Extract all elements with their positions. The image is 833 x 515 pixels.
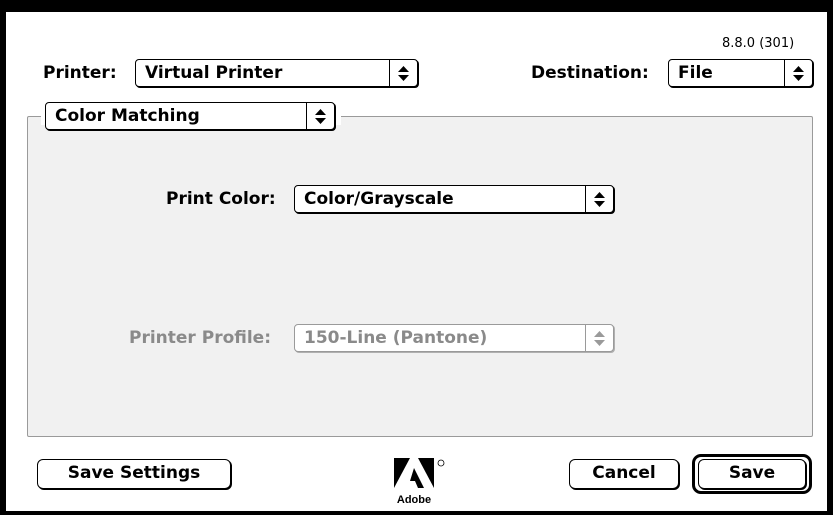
destination-label: Destination:: [531, 63, 649, 83]
options-group-box: [27, 116, 813, 437]
destination-popup-value: File: [678, 63, 713, 83]
panel-selector-value: Color Matching: [55, 106, 200, 126]
adobe-logo-text: Adobe: [397, 494, 431, 506]
up-down-arrows-icon: [594, 192, 605, 207]
printer-profile-popup: 150-Line (Pantone): [294, 324, 614, 352]
popup-divider: [585, 186, 586, 212]
up-down-arrows-icon: [793, 66, 804, 81]
print-color-popup[interactable]: Color/Grayscale: [294, 185, 614, 213]
printer-popup[interactable]: Virtual Printer: [135, 59, 418, 87]
printer-profile-label: Printer Profile:: [129, 328, 272, 348]
version-label: 8.8.0 (301): [722, 36, 795, 51]
adobe-logo-icon: Adobe: [394, 458, 445, 506]
print-dialog: 8.8.0 (301) Printer: Virtual Printer Des…: [0, 0, 833, 515]
popup-divider: [784, 60, 785, 86]
up-down-arrows-icon: [398, 66, 409, 81]
print-color-value: Color/Grayscale: [304, 189, 454, 209]
print-color-label: Print Color:: [166, 189, 276, 209]
up-down-arrows-icon: [594, 331, 605, 346]
cancel-button[interactable]: Cancel: [569, 459, 679, 489]
save-button[interactable]: Save: [698, 459, 806, 489]
up-down-arrows-icon: [315, 109, 326, 124]
printer-profile-value: 150-Line (Pantone): [304, 328, 488, 348]
destination-popup[interactable]: File: [668, 59, 813, 87]
save-settings-button[interactable]: Save Settings: [37, 459, 231, 489]
printer-label: Printer:: [43, 63, 117, 83]
popup-divider: [585, 325, 586, 351]
panel-selector-popup[interactable]: Color Matching: [45, 102, 335, 130]
popup-divider: [306, 103, 307, 129]
popup-divider: [389, 60, 390, 86]
printer-popup-value: Virtual Printer: [145, 63, 283, 83]
